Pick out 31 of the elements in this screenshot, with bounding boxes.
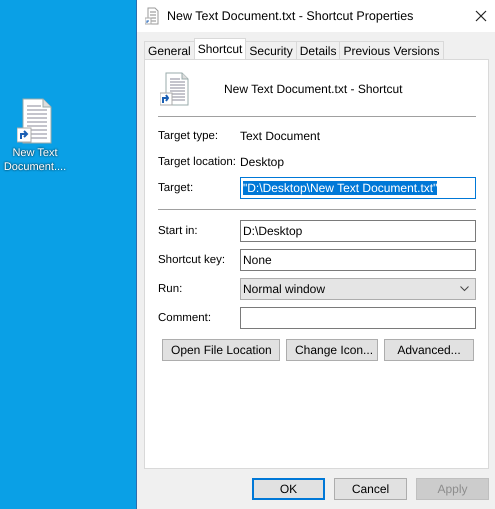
close-icon[interactable] xyxy=(475,10,487,22)
text-file-shortcut-icon[interactable] xyxy=(17,98,53,144)
tab[interactable]: Previous Versions xyxy=(339,41,444,59)
field-label: Start in: xyxy=(158,224,199,236)
field-value: Text Document xyxy=(240,129,320,143)
text-file-shortcut-icon xyxy=(160,72,190,106)
field-value: Desktop xyxy=(240,155,284,169)
input-field[interactable] xyxy=(240,306,476,328)
window-title: New Text Document.txt - Shortcut Properties xyxy=(167,9,414,23)
input-field[interactable]: None xyxy=(240,248,476,270)
panel-button[interactable]: Change Icon... xyxy=(286,339,378,361)
chevron-down-icon xyxy=(460,286,469,292)
tab[interactable]: Shortcut xyxy=(194,38,246,59)
tab[interactable]: General xyxy=(144,41,195,59)
field-label: Target: xyxy=(158,182,194,194)
dialog-button[interactable]: OK xyxy=(252,478,325,500)
input-field[interactable]: D:\Desktop xyxy=(240,220,476,242)
run-dropdown[interactable]: Normal window xyxy=(240,278,476,300)
panel-button[interactable]: Advanced... xyxy=(384,339,474,361)
field-label: Target location: xyxy=(158,156,237,168)
target-field[interactable]: "D:\Desktop\New Text Document.txt" xyxy=(240,177,476,199)
field-label: Run: xyxy=(158,282,184,294)
field-label: Comment: xyxy=(158,312,212,324)
panel-button[interactable]: Open File Location xyxy=(162,339,280,361)
desktop-icon-label: New Text Document.... xyxy=(2,146,68,174)
field-label: Shortcut key: xyxy=(158,254,226,266)
tab[interactable]: Security xyxy=(245,41,297,59)
text-file-shortcut-icon xyxy=(145,7,159,25)
dialog-button[interactable]: Cancel xyxy=(334,478,407,500)
shortcut-name: New Text Document.txt - Shortcut xyxy=(224,82,403,96)
field-label: Target type: xyxy=(158,130,220,142)
